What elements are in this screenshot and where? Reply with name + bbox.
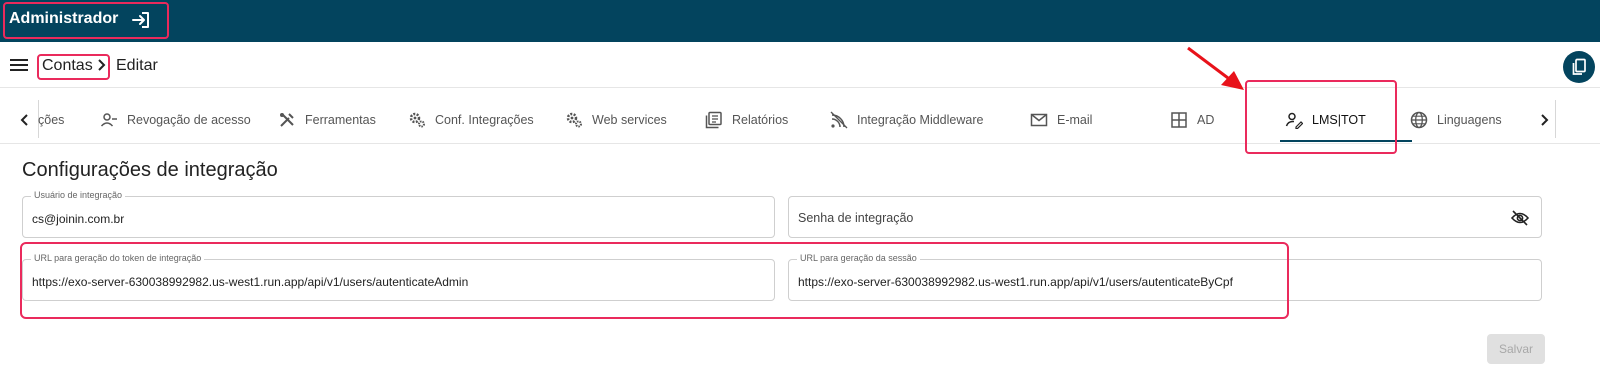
menu-icon[interactable] — [10, 57, 28, 73]
reports-icon — [705, 111, 722, 129]
tab-revogacao-acesso[interactable]: Revogação de acesso — [100, 96, 251, 144]
field-value: https://exo-server-630038992982.us-west1… — [798, 275, 1233, 289]
chevron-right-icon — [98, 59, 106, 71]
tab-ferramentas[interactable]: Ferramentas — [278, 96, 376, 144]
tab-lms-tot[interactable]: LMS|TOT — [1285, 96, 1366, 144]
breadcrumb-bar: Contas Editar — [0, 42, 1600, 88]
gears-icon — [409, 112, 425, 128]
tab-partial[interactable]: ções — [38, 96, 64, 144]
app-title: Administrador — [9, 10, 119, 27]
tab-label: AD — [1197, 113, 1215, 127]
copy-docs-icon — [1572, 58, 1586, 75]
save-button[interactable]: Salvar — [1487, 334, 1545, 364]
tab-label: Web services — [592, 113, 667, 127]
tab-relatorios[interactable]: Relatórios — [705, 96, 788, 144]
mail-icon — [1030, 113, 1048, 127]
tab-web-services[interactable]: Web services — [565, 96, 667, 144]
field-label: Usuário de integração — [31, 190, 126, 200]
field-value: https://exo-server-630038992982.us-west1… — [32, 275, 469, 289]
tab-label: Linguagens — [1437, 113, 1502, 127]
tab-scroll-right-button[interactable] — [1533, 96, 1557, 144]
tab-label: ções — [38, 113, 65, 127]
password-integration-field[interactable]: Senha de integração — [788, 196, 1542, 238]
person-edit-icon — [1285, 112, 1303, 129]
user-integration-field[interactable]: Usuário de integração cs@joinin.com.br — [22, 190, 775, 238]
tab-linguagens[interactable]: Linguagens — [1410, 96, 1502, 144]
globe-icon — [1410, 111, 1428, 129]
tab-label: Integração Middleware — [857, 113, 984, 127]
field-placeholder: Senha de integração — [798, 211, 914, 225]
tools-icon — [280, 113, 294, 127]
chevron-left-icon — [20, 114, 28, 126]
gears-icon — [566, 112, 582, 128]
tab-label: Conf. Integrações — [435, 113, 534, 127]
tab-label: Ferramentas — [305, 113, 376, 127]
breadcrumb-link-contas[interactable]: Contas — [42, 57, 93, 75]
tab-scroll-left-button[interactable] — [12, 96, 36, 144]
grid-icon — [1171, 112, 1187, 128]
tab-ad[interactable]: AD — [1170, 96, 1214, 144]
active-tab-indicator — [1280, 140, 1412, 142]
person-remove-icon — [100, 113, 117, 127]
breadcrumb-current: Editar — [116, 57, 158, 74]
top-app-bar: Administrador — [0, 0, 1600, 42]
session-url-field[interactable]: URL para geração da sessão https://exo-s… — [788, 253, 1542, 301]
tab-label: Relatórios — [732, 113, 789, 127]
docs-fab-button[interactable] — [1563, 51, 1595, 83]
tab-label: LMS|TOT — [1312, 113, 1366, 127]
tab-integracao-middleware[interactable]: Integração Middleware — [830, 96, 983, 144]
field-label: URL para geração do token de integração — [31, 253, 205, 263]
logout-icon[interactable] — [131, 10, 151, 30]
visibility-off-icon[interactable] — [1511, 210, 1529, 226]
tab-bar: ções Revogação de acesso Ferramentas Con… — [0, 96, 1600, 144]
signal-icon — [830, 111, 848, 129]
section-title: Configurações de integração — [22, 159, 278, 181]
tab-conf-integracoes[interactable]: Conf. Integrações — [408, 96, 534, 144]
field-value: cs@joinin.com.br — [32, 212, 125, 226]
tab-label: Revogação de acesso — [127, 113, 251, 127]
red-arrow-annotation — [1187, 46, 1244, 90]
tab-label: E-mail — [1057, 113, 1093, 127]
chevron-right-icon — [1541, 114, 1549, 126]
tab-email[interactable]: E-mail — [1030, 96, 1092, 144]
token-url-field[interactable]: URL para geração do token de integração … — [22, 253, 775, 301]
field-label: URL para geração da sessão — [797, 253, 920, 263]
